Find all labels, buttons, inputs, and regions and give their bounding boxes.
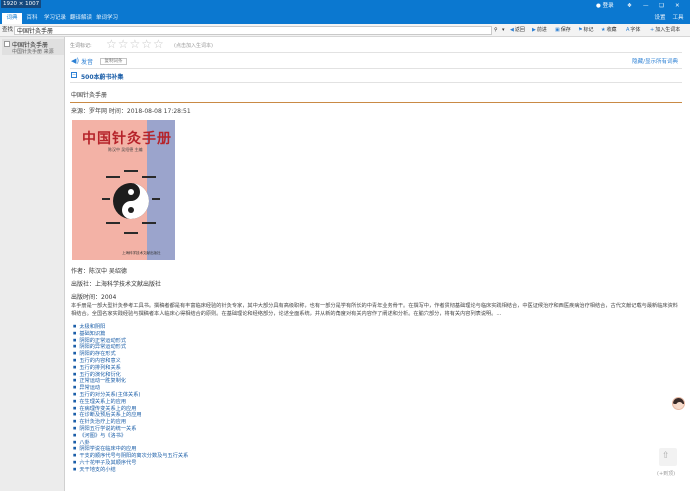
dictionary-name: 500本蔚书补集: [81, 74, 124, 81]
cover-author: 陈汉中 吴绍德 主编: [108, 147, 143, 152]
menu-bar: 词典 百科 学习记录 翻译解读 单词学习 设置 工具: [0, 13, 690, 24]
add-wordbook-button[interactable]: +加入生词本: [650, 24, 680, 37]
rating-stars[interactable]: ☆☆☆☆☆: [106, 38, 165, 51]
toc-link[interactable]: 干支的顺序代号与阴阳的离次分数及与五行关系: [73, 453, 188, 460]
pronounce-link[interactable]: 发音: [81, 57, 93, 66]
toc-link[interactable]: 在针灸治疗上的应用: [73, 419, 188, 426]
favorite-button[interactable]: ★收藏: [601, 24, 617, 37]
sidebar: 中国针灸手册 中国针灸手册 来源: [0, 37, 65, 491]
tab-word-study[interactable]: 单词学习: [94, 13, 120, 24]
toc-link[interactable]: 异常运动: [73, 385, 188, 392]
bookmark-button[interactable]: ⚑标记: [578, 24, 594, 37]
toc-link[interactable]: 六十花甲子及其顺序代号: [73, 460, 188, 467]
search-icon[interactable]: ⚲: [494, 24, 498, 37]
search-dropdown-icon[interactable]: ▾: [502, 24, 505, 37]
plus-icon: +: [650, 27, 655, 33]
toc-link[interactable]: 基础知识篇: [73, 331, 188, 338]
cover-publisher: 上海科学技术文献出版社: [122, 251, 161, 255]
font-button[interactable]: A字体: [626, 24, 640, 37]
sidebar-item-sub: 中国针灸手册 来源: [12, 49, 54, 55]
yinyang-icon: [102, 170, 160, 234]
publisher-line: 出版社：上海科学技术文献出版社: [71, 281, 162, 288]
settings-menu[interactable]: 设置: [652, 13, 668, 24]
divider: [70, 82, 682, 83]
toc-link[interactable]: 阴阳五行学说的统一关系: [73, 426, 188, 433]
skin-icon[interactable]: ❖: [627, 1, 632, 11]
avatar-face: [676, 402, 683, 409]
login-link[interactable]: ● 登录: [596, 1, 614, 11]
toc-link[interactable]: 五行的对分关系(主体关系): [73, 392, 188, 399]
author-line: 作者：陈汉中 吴绍德: [71, 268, 127, 275]
toc-link[interactable]: 《河图》与《洛书》: [73, 433, 188, 440]
toc-link[interactable]: 太极和阴阳: [73, 324, 188, 331]
source-line: 来源：罗年网 时间：2018-08-08 17:28:51: [71, 108, 191, 115]
user-icon: ●: [596, 3, 601, 9]
save-button[interactable]: ▣保存: [555, 24, 571, 37]
rating-label: 生词标记:: [70, 43, 92, 49]
toc-link[interactable]: 阴阳的存在形式: [73, 351, 188, 358]
restore-icon[interactable]: ❏: [659, 1, 664, 11]
tab-study-record[interactable]: 学习记录: [42, 13, 68, 24]
divider: [70, 52, 682, 53]
tab-encyclopedia[interactable]: 百科: [22, 13, 42, 24]
copy-entry-button[interactable]: 复制词条: [100, 58, 127, 65]
rating-note: (点击加入生词本): [174, 43, 213, 49]
dimension-label: 1920 × 1007: [1, 0, 42, 8]
table-of-contents: 太极和阴阳 基础知识篇 阴阳的正常运动形式 阴阳的异常运动形式 阴阳的存在形式 …: [73, 324, 188, 474]
assistant-avatar[interactable]: [672, 397, 685, 410]
toc-link[interactable]: 在生理关系上的应用: [73, 399, 188, 406]
search-input[interactable]: [14, 26, 492, 35]
toc-link[interactable]: 天干地支的小结: [73, 467, 188, 474]
toggle-dicts-link[interactable]: 隐藏/显示所有词典: [632, 57, 678, 65]
close-icon[interactable]: ✕: [675, 1, 680, 11]
tab-translation[interactable]: 翻译解读: [68, 13, 94, 24]
bookmark-icon: ⚑: [578, 27, 583, 33]
sidebar-item-entry[interactable]: 中国针灸手册 中国针灸手册 来源: [2, 39, 64, 55]
toc-link[interactable]: 五行的排列和关系: [73, 365, 188, 372]
font-icon: A: [626, 27, 630, 33]
title-strip: 1920 × 1007 ● 登录 ❖ — ❏ ✕: [0, 0, 690, 13]
entry-title: 中国针灸手册: [71, 92, 108, 99]
divider: [70, 68, 682, 69]
title-underline: [70, 102, 682, 103]
content-pane: 生词标记: ☆☆☆☆☆ (点击加入生词本) ◀) 发音 复制词条 隐藏/显示所有…: [66, 37, 690, 491]
speaker-icon[interactable]: ◀): [71, 57, 79, 65]
tab-dictionary[interactable]: 词典: [2, 13, 22, 24]
book-description: 本手册是一部大型针灸参考工具书。撰稿者都是有丰富临床经验的针灸专家，其中大部分具…: [71, 303, 678, 317]
minimize-icon[interactable]: —: [643, 1, 649, 11]
forward-icon: ▶: [532, 27, 536, 33]
back-to-top-label[interactable]: (+到顶): [657, 470, 675, 477]
star-icon: ★: [601, 27, 606, 33]
back-to-top-button[interactable]: ⇧: [659, 448, 677, 466]
collapse-icon[interactable]: −: [71, 72, 77, 78]
back-button[interactable]: ◀返回: [510, 24, 525, 37]
forward-button[interactable]: ▶前进: [532, 24, 547, 37]
publish-date-line: 出版时间：2004: [71, 294, 117, 301]
search-bar: 查找 ⚲ ▾ ◀返回 ▶前进 ▣保存 ⚑标记 ★收藏 A字体 +加入生词本: [0, 24, 690, 37]
back-icon: ◀: [510, 27, 514, 33]
checkbox-icon[interactable]: [4, 41, 10, 47]
cover-title: 中国针灸手册: [82, 131, 172, 147]
tools-menu[interactable]: 工具: [670, 13, 686, 24]
save-icon: ▣: [555, 27, 560, 33]
arrow-up-icon: ⇧: [662, 451, 670, 461]
toc-link[interactable]: 五行的内容和意义: [73, 358, 188, 365]
book-cover-image: 中国针灸手册 陈汉中 吴绍德 主编 上海科学技术文献出版社: [72, 120, 175, 260]
search-label: 查找: [2, 27, 14, 33]
